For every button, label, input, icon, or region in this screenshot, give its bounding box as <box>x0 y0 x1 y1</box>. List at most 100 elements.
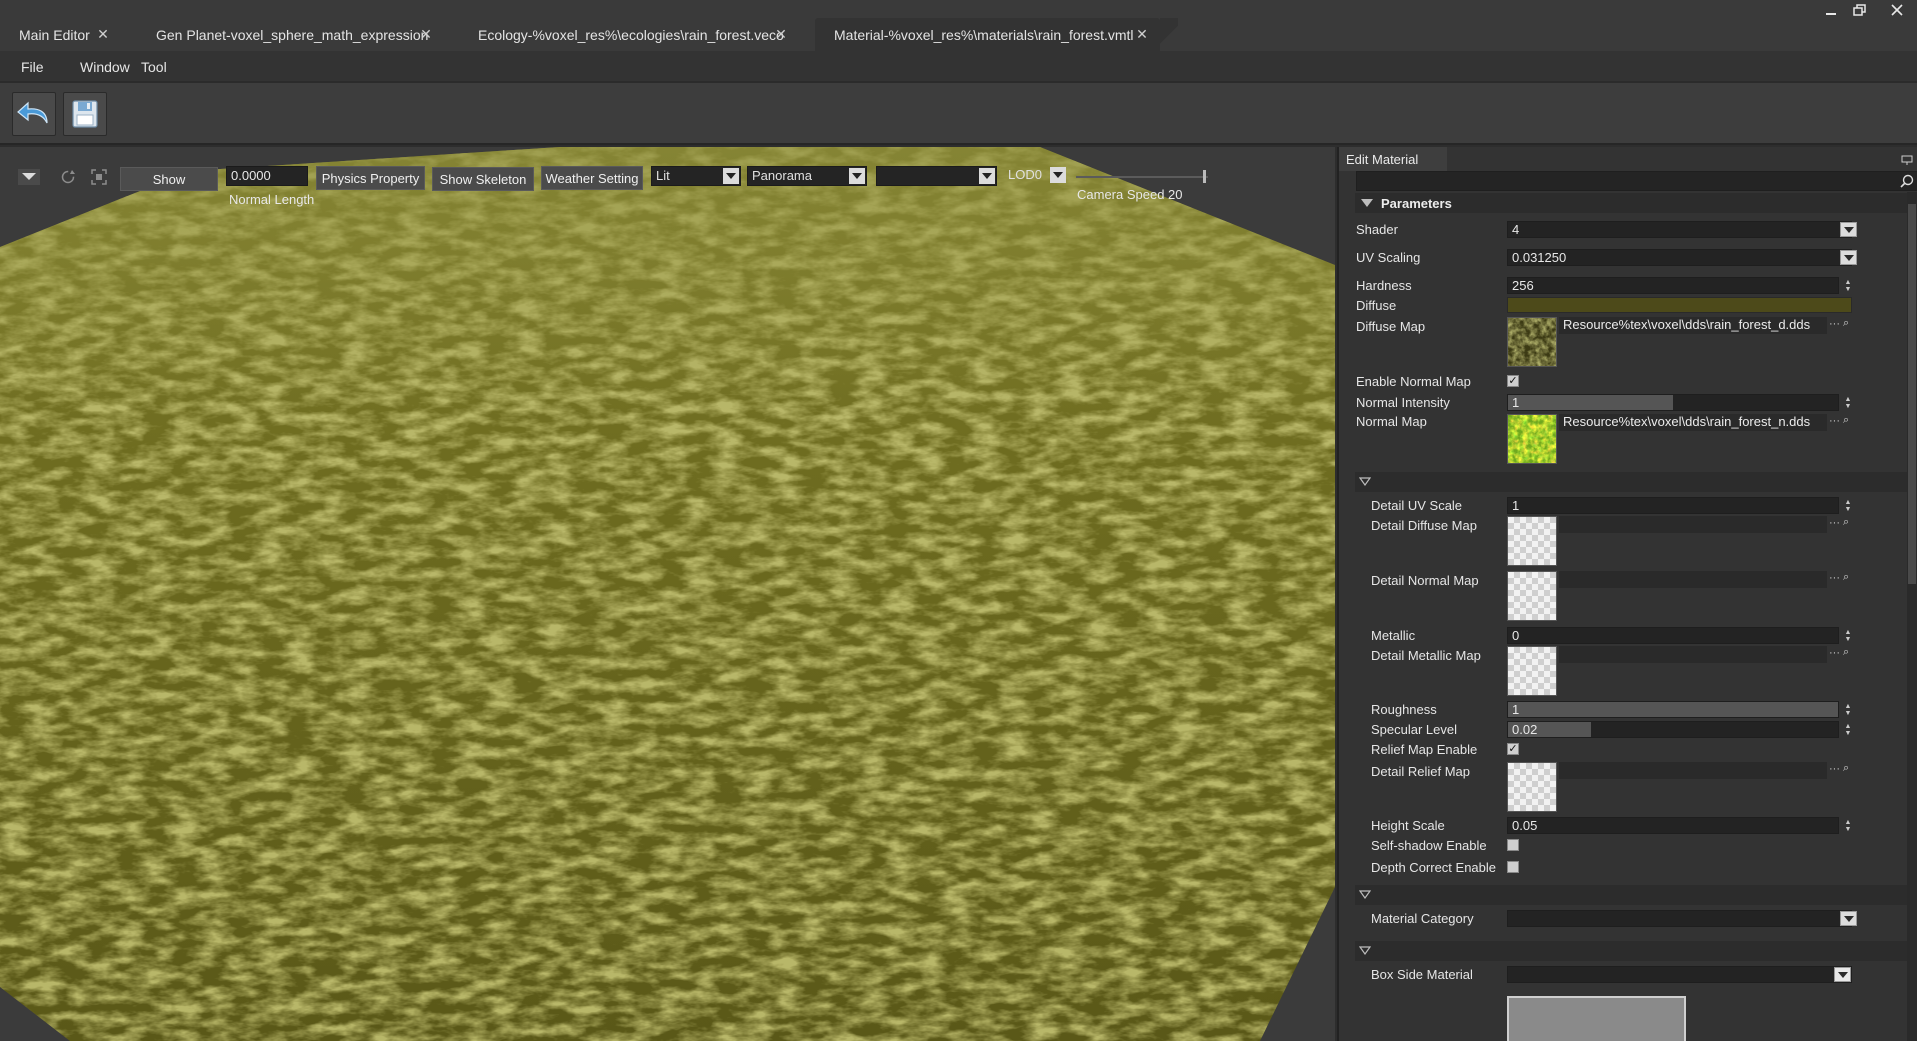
close-icon[interactable]: ✕ <box>774 26 788 42</box>
fit-view-icon[interactable] <box>90 168 108 189</box>
detail-normal-map-path[interactable] <box>1559 571 1827 588</box>
normal-length-input[interactable]: 0.0000 <box>226 166 308 186</box>
enable-normal-map-label: Enable Normal Map <box>1356 374 1471 389</box>
browse-icon[interactable]: ··· <box>1829 415 1840 427</box>
box-side-material-preview[interactable] <box>1507 996 1686 1041</box>
panorama-select[interactable]: Panorama <box>747 166 867 186</box>
browse-icon[interactable]: ··· <box>1829 647 1840 659</box>
material-category-select[interactable] <box>1507 910 1852 927</box>
close-icon[interactable]: ✕ <box>419 26 433 42</box>
undo-button[interactable] <box>12 92 56 136</box>
chevron-down-icon[interactable] <box>1834 967 1851 982</box>
weather-setting-button[interactable]: Weather Setting <box>541 166 643 190</box>
category-section-header[interactable] <box>1355 885 1911 905</box>
detail-relief-map-thumbnail[interactable] <box>1507 762 1557 812</box>
diffuse-color-swatch[interactable] <box>1507 297 1852 313</box>
normal-map-thumbnail[interactable] <box>1507 414 1557 464</box>
tab-gen-planet[interactable]: Gen Planet-voxel_sphere_math_expression … <box>137 18 447 51</box>
box-side-material-label: Box Side Material <box>1371 967 1473 982</box>
menu-tool[interactable]: Tool <box>141 59 167 75</box>
3d-viewport[interactable]: Show 0.0000 Normal Length Physics Proper… <box>0 147 1335 1041</box>
property-search-input[interactable] <box>1356 171 1917 191</box>
box-side-section-header[interactable] <box>1355 941 1911 961</box>
tab-material[interactable]: Material-%voxel_res%\materials\rain_fore… <box>815 18 1178 51</box>
metallic-spinner[interactable]: ▲ ▼ <box>1842 627 1854 644</box>
menu-file[interactable]: File <box>21 59 44 75</box>
chevron-down-icon <box>723 168 739 184</box>
uv-scaling-select[interactable]: 0.031250 <box>1507 249 1852 266</box>
diffuse-map-path[interactable]: Resource%tex\voxel\dds\rain_forest_d.dds <box>1559 317 1827 334</box>
detail-diffuse-map-path[interactable] <box>1559 516 1827 533</box>
locate-icon[interactable]: ⌕ <box>1843 516 1849 529</box>
chevron-down-icon[interactable] <box>1840 250 1857 265</box>
detail-uv-scale-value: 1 <box>1512 498 1520 513</box>
diffuse-map-thumbnail[interactable] <box>1507 317 1557 367</box>
collapse-icon <box>1361 199 1373 207</box>
lod-select[interactable]: LOD0 <box>1004 166 1067 186</box>
detail-uv-scale-input[interactable]: 1 <box>1507 497 1839 514</box>
tab-ecology[interactable]: Ecology-%voxel_res%\ecologies\rain_fores… <box>459 18 799 51</box>
shader-select[interactable]: 4 <box>1507 221 1852 238</box>
locate-icon[interactable]: ⌕ <box>1843 571 1849 584</box>
enable-normal-map-checkbox[interactable]: ✓ <box>1507 375 1519 387</box>
detail-metallic-map-path[interactable] <box>1559 646 1827 663</box>
detail-normal-map-thumbnail[interactable] <box>1507 571 1557 621</box>
detail-relief-map-path[interactable] <box>1559 762 1827 779</box>
camera-speed-slider[interactable] <box>1076 170 1208 183</box>
specular-level-spinner[interactable]: ▲ ▼ <box>1842 721 1854 738</box>
detail-metallic-map-label: Detail Metallic Map <box>1371 648 1481 663</box>
expand-icon <box>1359 477 1371 486</box>
pin-icon[interactable] <box>1901 153 1913 168</box>
locate-icon[interactable]: ⌕ <box>1843 762 1849 775</box>
detail-uv-scale-spinner[interactable]: ▲ ▼ <box>1842 497 1854 514</box>
save-button[interactable] <box>63 92 107 136</box>
close-icon[interactable]: ✕ <box>96 26 110 42</box>
close-icon[interactable]: ✕ <box>1135 26 1149 42</box>
detail-diffuse-map-thumbnail[interactable] <box>1507 516 1557 566</box>
chevron-down-icon[interactable] <box>1840 222 1857 237</box>
normal-intensity-spinner[interactable]: ▲ ▼ <box>1842 394 1854 411</box>
height-scale-spinner[interactable]: ▲ ▼ <box>1842 817 1854 834</box>
relief-map-enable-checkbox[interactable]: ✓ <box>1507 743 1519 755</box>
locate-icon[interactable]: ⌕ <box>1843 646 1849 659</box>
hardness-spinner[interactable]: ▲ ▼ <box>1842 277 1854 294</box>
minimize-icon[interactable] <box>1816 0 1846 20</box>
detail-section-header[interactable] <box>1355 472 1911 492</box>
normal-intensity-slider[interactable]: 1 <box>1507 394 1839 411</box>
locate-icon[interactable]: ⌕ <box>1843 414 1849 427</box>
height-scale-input[interactable]: 0.05 <box>1507 817 1839 834</box>
menu-window[interactable]: Window <box>80 59 130 75</box>
show-button[interactable]: Show <box>120 167 218 191</box>
diffuse-label: Diffuse <box>1356 298 1397 313</box>
hardness-input[interactable]: 256 <box>1507 277 1839 294</box>
normal-map-path[interactable]: Resource%tex\voxel\dds\rain_forest_n.dds <box>1559 414 1827 431</box>
browse-icon[interactable]: ··· <box>1829 763 1840 775</box>
terrain-surface[interactable] <box>0 147 1335 1041</box>
metallic-input[interactable]: 0 <box>1507 627 1839 644</box>
unnamed-select[interactable] <box>876 166 997 186</box>
browse-icon[interactable]: ··· <box>1829 318 1840 330</box>
window-close-icon[interactable] <box>1882 0 1912 20</box>
roughness-spinner[interactable]: ▲ ▼ <box>1842 701 1854 718</box>
depth-correct-enable-checkbox[interactable] <box>1507 861 1519 873</box>
parameters-section-header[interactable]: Parameters <box>1355 193 1911 213</box>
physics-property-button[interactable]: Physics Property <box>316 166 425 190</box>
locate-icon[interactable]: ⌕ <box>1843 317 1849 330</box>
browse-icon[interactable]: ··· <box>1829 517 1840 529</box>
scrollbar-thumb[interactable] <box>1908 204 1916 584</box>
panel-scrollbar[interactable] <box>1907 192 1917 1041</box>
slider-handle[interactable] <box>1203 170 1206 183</box>
roughness-slider[interactable]: 1 <box>1507 701 1839 718</box>
restore-icon[interactable] <box>1845 0 1875 20</box>
view-menu-dropdown[interactable] <box>18 169 40 185</box>
show-skeleton-button[interactable]: Show Skeleton <box>432 167 534 191</box>
chevron-down-icon[interactable] <box>1840 911 1857 926</box>
browse-icon[interactable]: ··· <box>1829 572 1840 584</box>
self-shadow-enable-checkbox[interactable] <box>1507 839 1519 851</box>
tab-main-editor[interactable]: Main Editor ✕ <box>0 18 122 51</box>
lighting-mode-select[interactable]: Lit <box>651 166 741 186</box>
specular-level-slider[interactable]: 0.02 <box>1507 721 1839 738</box>
refresh-icon[interactable] <box>60 169 76 188</box>
detail-metallic-map-thumbnail[interactable] <box>1507 646 1557 696</box>
box-side-material-select[interactable] <box>1507 966 1852 983</box>
